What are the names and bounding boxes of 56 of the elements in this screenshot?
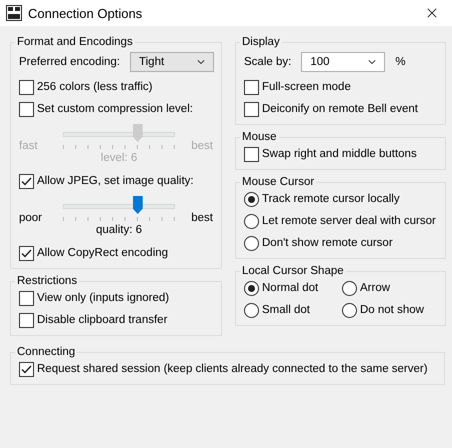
- radio-button[interactable]: [244, 192, 259, 206]
- dropdown[interactable]: 100: [301, 52, 386, 72]
- checkbox[interactable]: [19, 80, 34, 94]
- checkbox-label[interactable]: Full-screen mode: [262, 81, 351, 93]
- checkbox-label[interactable]: 256 colors (less traffic): [37, 81, 152, 93]
- slider-value: quality: 6: [94, 224, 144, 238]
- radio-label[interactable]: Arrow: [360, 282, 390, 294]
- checkbox[interactable]: [244, 146, 259, 162]
- window-title: Connection Options: [28, 6, 144, 20]
- radio-label[interactable]: Track remote cursor locally: [262, 193, 400, 205]
- field-label: Scale by:: [244, 56, 292, 68]
- checkbox-label[interactable]: Allow JPEG, set image quality:: [37, 175, 194, 187]
- field-label: Preferred encoding:: [19, 56, 120, 68]
- radio-label[interactable]: Do not show: [360, 304, 424, 316]
- radio-button[interactable]: [342, 280, 357, 296]
- checkbox-label[interactable]: Swap right and middle buttons: [262, 148, 417, 160]
- group-title: Mouse: [241, 131, 278, 143]
- slider-value: level: 6: [100, 152, 138, 166]
- checkbox[interactable]: [19, 246, 34, 260]
- group-title: Format and Encodings: [16, 36, 134, 48]
- slider-min-label: poor: [19, 212, 44, 224]
- radio-button[interactable]: [244, 214, 259, 228]
- group-title: Connecting: [16, 346, 76, 358]
- dropdown[interactable]: Tight: [130, 52, 214, 72]
- unit-label: %: [395, 56, 406, 68]
- checkbox[interactable]: [244, 80, 259, 94]
- radio-button[interactable]: [342, 302, 357, 318]
- checkbox[interactable]: [19, 102, 34, 116]
- checkbox[interactable]: [244, 102, 259, 116]
- checkbox[interactable]: [19, 290, 34, 306]
- group-title: Restrictions: [16, 275, 78, 287]
- radio-button[interactable]: [244, 236, 259, 250]
- app-icon: [6, 5, 22, 21]
- checkbox-label[interactable]: Disable clipboard transfer: [37, 314, 168, 326]
- checkbox-label[interactable]: View only (inputs ignored): [37, 292, 170, 304]
- checkbox-label[interactable]: Request shared session (keep clients already connected to the same server): [37, 363, 428, 375]
- checkbox[interactable]: [19, 174, 34, 188]
- checkbox-label[interactable]: Set custom compression level:: [37, 103, 193, 115]
- slider-min-label: fast: [19, 140, 39, 152]
- radio-button[interactable]: [244, 280, 259, 296]
- slider-max-label: best: [190, 140, 214, 152]
- group-title: Local Cursor Shape: [241, 265, 345, 277]
- group-title: Display: [241, 36, 281, 48]
- radio-label[interactable]: Small dot: [262, 304, 310, 316]
- checkbox-label[interactable]: Deiconify on remote Bell event: [262, 103, 418, 115]
- slider-max-label: best: [190, 212, 214, 224]
- radio-label[interactable]: Let remote server deal with cursor: [262, 215, 436, 227]
- checkbox[interactable]: [19, 312, 34, 328]
- checkbox[interactable]: [19, 362, 34, 376]
- checkbox-label[interactable]: Allow CopyRect encoding: [37, 247, 168, 259]
- slider-thumb[interactable]: [132, 196, 143, 214]
- slider-track[interactable]: [63, 194, 175, 224]
- radio-label[interactable]: Don't show remote cursor: [262, 237, 393, 249]
- group-title: Mouse Cursor: [241, 176, 316, 188]
- radio-label[interactable]: Normal dot: [262, 282, 318, 294]
- radio-button[interactable]: [244, 302, 259, 318]
